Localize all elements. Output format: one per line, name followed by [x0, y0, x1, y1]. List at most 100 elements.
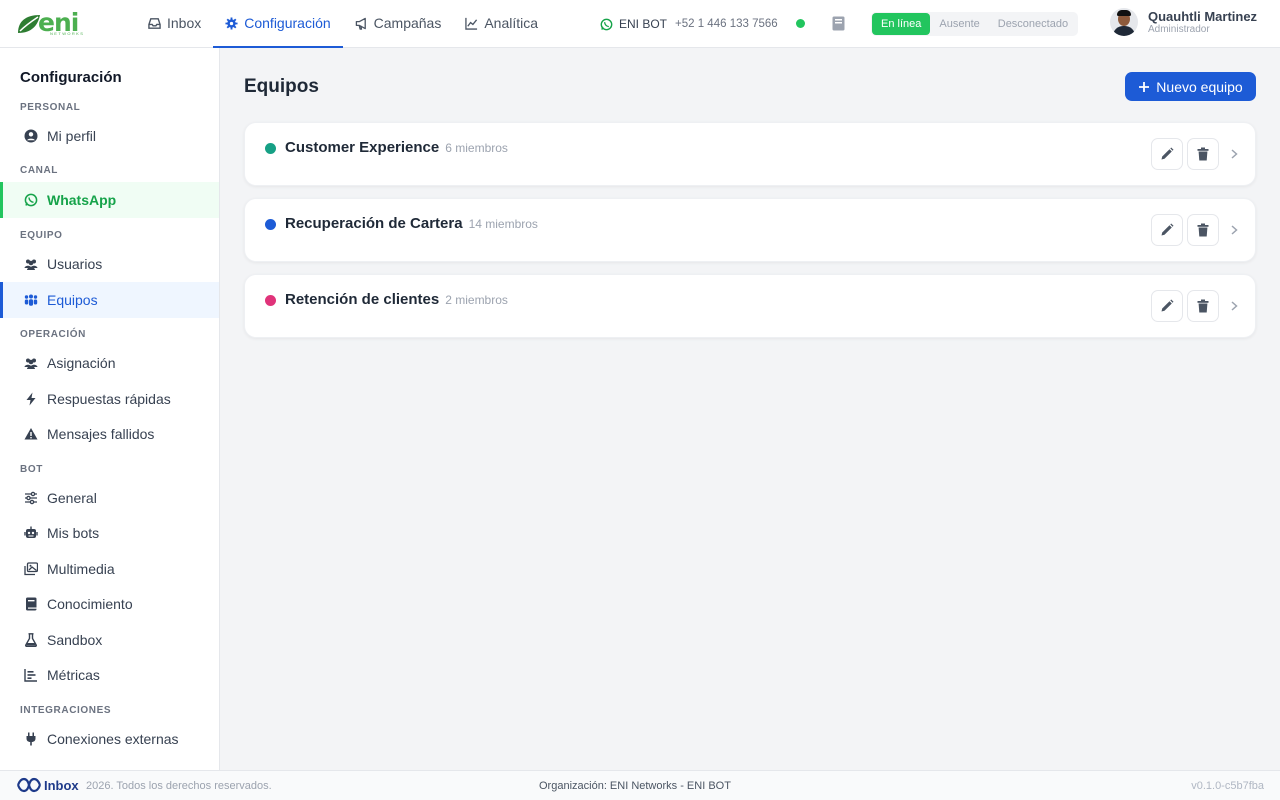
eni-logo[interactable]: eni NETWORKS: [16, 8, 92, 38]
chevron-right-icon[interactable]: [1228, 299, 1240, 313]
inbox-icon: [148, 17, 161, 29]
sidebar-item-sandbox[interactable]: Sandbox: [0, 622, 219, 658]
edit-team-button[interactable]: [1151, 138, 1183, 170]
bot-info[interactable]: ENI BOT +52 1 446 133 7566: [600, 0, 778, 48]
trash-icon: [1197, 223, 1209, 237]
sidebar-title: Configuración: [20, 69, 122, 86]
megaphone-icon: [355, 17, 366, 30]
footer-logo: Inbox: [16, 777, 79, 793]
sidebar-item-conocimiento[interactable]: Conocimiento: [0, 586, 219, 622]
sidebar-item-respuestas-rapidas[interactable]: Respuestas rápidas: [0, 381, 219, 417]
status-offline-option[interactable]: Desconectado: [989, 13, 1077, 35]
sidebar-item-label: Multimedia: [47, 561, 115, 577]
sidebar-item-label: Equipos: [47, 292, 98, 308]
team-color-dot: [265, 143, 276, 154]
sidebar-item-mensajes-fallidos[interactable]: Mensajes fallidos: [0, 416, 219, 452]
users-icon: [24, 259, 38, 270]
book-icon: [26, 597, 37, 611]
book-icon[interactable]: [832, 16, 845, 31]
team-name: Recuperación de Cartera: [285, 215, 463, 232]
plug-icon: [26, 732, 36, 746]
sidebar-item-label: Métricas: [47, 667, 100, 683]
team-member-count: 14 miembros: [468, 217, 538, 231]
section-equipo: EQUIPO: [20, 230, 63, 241]
chart-line-icon: [465, 17, 478, 30]
sidebar-item-metricas[interactable]: Métricas: [0, 657, 219, 693]
whatsapp-icon: [600, 18, 613, 30]
pencil-icon: [1161, 299, 1174, 312]
sidebar-item-label: Respuestas rápidas: [47, 391, 171, 407]
sidebar-item-label: Conocimiento: [47, 596, 133, 612]
nav-tab-campanas-label: Campañas: [373, 15, 442, 31]
sidebar-item-mi-perfil[interactable]: Mi perfil: [0, 118, 219, 154]
warning-triangle-icon: [24, 428, 38, 440]
footer-brand: Inbox: [44, 777, 79, 793]
user-circle-icon: [24, 129, 38, 143]
sidebar-item-label: General: [47, 490, 97, 506]
delete-team-button[interactable]: [1187, 138, 1219, 170]
trash-icon: [1197, 147, 1209, 161]
logo-subtext: NETWORKS: [50, 31, 85, 36]
team-color-dot: [265, 219, 276, 230]
sidebar-item-multimedia[interactable]: Multimedia: [0, 551, 219, 587]
footer: Inbox 2026. Todos los derechos reservado…: [0, 770, 1280, 800]
sidebar-item-label: Mi perfil: [47, 128, 97, 144]
sidebar-item-usuarios[interactable]: Usuarios: [0, 246, 219, 282]
edit-team-button[interactable]: [1151, 214, 1183, 246]
bolt-icon: [26, 392, 36, 406]
nav-tab-configuracion[interactable]: Configuración: [213, 0, 343, 48]
status-online-option[interactable]: En línea: [872, 13, 931, 35]
footer-copyright: 2026. Todos los derechos reservados.: [86, 780, 272, 792]
sidebar-item-mis-bots[interactable]: Mis bots: [0, 515, 219, 551]
chevron-right-icon[interactable]: [1228, 147, 1240, 161]
people-group-icon: [24, 294, 38, 306]
flask-icon: [25, 633, 37, 647]
section-personal: PERSONAL: [20, 102, 81, 113]
section-operacion: OPERACIÓN: [20, 329, 86, 340]
chevron-right-icon[interactable]: [1228, 223, 1240, 237]
gear-icon: [225, 16, 238, 30]
settings-sidebar: Configuración PERSONAL Mi perfil CANAL W…: [0, 48, 220, 770]
sidebar-item-equipos[interactable]: Equipos: [0, 282, 219, 318]
new-team-button-label: Nuevo equipo: [1156, 78, 1243, 95]
delete-team-button[interactable]: [1187, 214, 1219, 246]
team-card[interactable]: Recuperación de Cartera 14 miembros: [244, 198, 1256, 262]
agent-status-toggle: En línea Ausente Desconectado: [871, 12, 1079, 36]
footer-version: v0.1.0-c5b7fba: [1191, 780, 1264, 792]
team-card[interactable]: Customer Experience 6 miembros: [244, 122, 1256, 186]
avatar: [1110, 8, 1138, 36]
new-team-button[interactable]: Nuevo equipo: [1125, 72, 1256, 101]
nav-tab-configuracion-label: Configuración: [244, 15, 331, 31]
section-canal: CANAL: [20, 165, 58, 176]
trash-icon: [1197, 299, 1209, 313]
team-name-wrapper: Retención de clientes 2 miembros: [285, 291, 508, 308]
team-name: Retención de clientes: [285, 291, 440, 308]
sidebar-item-asignacion[interactable]: Asignación: [0, 345, 219, 381]
bot-phone: +52 1 446 133 7566: [675, 18, 778, 30]
page-title: Equipos: [244, 76, 319, 97]
edit-team-button[interactable]: [1151, 290, 1183, 322]
inbox-logo-icon: [16, 777, 42, 793]
sidebar-item-whatsapp[interactable]: WhatsApp: [0, 182, 219, 218]
team-member-count: 6 miembros: [445, 141, 508, 155]
bot-name: ENI BOT: [619, 17, 668, 31]
user-menu[interactable]: Quauhtli Martinez Administrador: [1110, 8, 1257, 36]
nav-tab-inbox-label: Inbox: [167, 15, 202, 31]
delete-team-button[interactable]: [1187, 290, 1219, 322]
pencil-icon: [1161, 223, 1174, 236]
footer-organization: Organización: ENI Networks - ENI BOT: [539, 780, 731, 792]
sidebar-item-conexiones-externas[interactable]: Conexiones externas: [0, 721, 219, 757]
nav-tab-campanas[interactable]: Campañas: [343, 0, 454, 48]
bar-chart-icon: [24, 669, 37, 682]
status-away-option[interactable]: Ausente: [930, 13, 988, 35]
images-icon: [24, 562, 38, 576]
user-role: Administrador: [1148, 23, 1210, 35]
team-card[interactable]: Retención de clientes 2 miembros: [244, 274, 1256, 338]
nav-tab-inbox[interactable]: Inbox: [136, 0, 213, 48]
sliders-icon: [25, 491, 37, 505]
section-integraciones: INTEGRACIONES: [20, 705, 112, 716]
sidebar-item-label: WhatsApp: [47, 192, 117, 208]
sidebar-item-general[interactable]: General: [0, 480, 219, 516]
user-name: Quauhtli Martinez: [1148, 8, 1258, 24]
nav-tab-analitica[interactable]: Analítica: [453, 0, 550, 48]
